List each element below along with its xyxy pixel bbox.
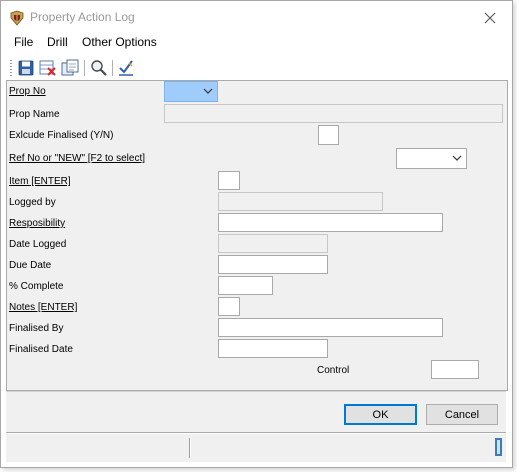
window-title: Property Action Log — [30, 10, 135, 24]
chevron-down-icon — [203, 88, 213, 94]
control-field[interactable] — [431, 360, 479, 379]
date-logged-field — [218, 234, 328, 253]
due-date-label: Due Date — [9, 260, 52, 271]
status-bar — [6, 433, 506, 462]
app-icon — [10, 10, 24, 26]
item-label: Item [ENTER] — [9, 176, 71, 187]
toolbar — [7, 55, 507, 82]
date-logged-label: Date Logged — [9, 239, 67, 250]
logged-by-label: Logged by — [9, 197, 56, 208]
notes-field[interactable] — [218, 297, 240, 316]
menu-file[interactable]: File — [14, 35, 33, 49]
save-icon[interactable] — [16, 58, 36, 78]
delete-record-icon[interactable] — [38, 58, 58, 78]
ref-no-label: Ref No or "NEW" [F2 to select] — [9, 153, 146, 164]
exclude-finalised-field[interactable] — [318, 125, 339, 145]
toolbar-separator — [112, 60, 114, 76]
finalised-date-field[interactable] — [218, 339, 328, 358]
toolbar-separator — [84, 60, 86, 76]
pct-complete-field[interactable] — [218, 276, 273, 295]
status-divider — [189, 438, 191, 458]
title-bar[interactable]: Property Action Log — [1, 1, 512, 33]
due-date-field[interactable] — [218, 255, 328, 274]
button-panel: OK Cancel — [6, 391, 506, 433]
prop-name-label: Prop Name — [9, 109, 60, 120]
menu-bar: File Drill Other Options — [1, 33, 512, 53]
search-icon[interactable] — [89, 58, 109, 78]
responsibility-field[interactable] — [218, 213, 443, 232]
close-icon[interactable] — [480, 8, 500, 28]
finalised-date-label: Finalised Date — [9, 344, 73, 355]
menu-drill[interactable]: Drill — [47, 35, 68, 49]
responsibility-label: Resposibility — [9, 218, 66, 229]
cancel-button[interactable]: Cancel — [426, 404, 498, 425]
notes-label: Notes [ENTER] — [9, 302, 78, 313]
control-label: Control — [317, 365, 350, 376]
prop-no-label: Prop No — [9, 86, 46, 97]
chevron-down-icon — [452, 155, 462, 161]
finalised-by-label: Finalised By — [9, 323, 64, 334]
menu-other-options[interactable]: Other Options — [82, 35, 157, 49]
edit-checkmark-icon[interactable] — [116, 58, 136, 78]
item-field[interactable] — [218, 171, 240, 190]
form-panel: Prop No Prop Name Exlcude Finalised (Y/N… — [6, 80, 508, 391]
finalised-by-field[interactable] — [218, 318, 443, 337]
toolbar-grip[interactable] — [10, 60, 12, 76]
pct-complete-label: % Complete — [9, 281, 64, 292]
ref-no-combo[interactable] — [396, 148, 467, 169]
property-action-log-window: Property Action Log File Drill Other Opt… — [0, 0, 513, 468]
copy-record-icon[interactable] — [60, 58, 80, 78]
logged-by-field — [218, 192, 383, 211]
prop-name-field — [164, 104, 503, 123]
exclude-finalised-label: Exlcude Finalised (Y/N) — [9, 130, 114, 141]
prop-no-combo[interactable] — [164, 81, 218, 102]
ok-button[interactable]: OK — [344, 404, 417, 425]
status-indicator — [495, 438, 502, 456]
